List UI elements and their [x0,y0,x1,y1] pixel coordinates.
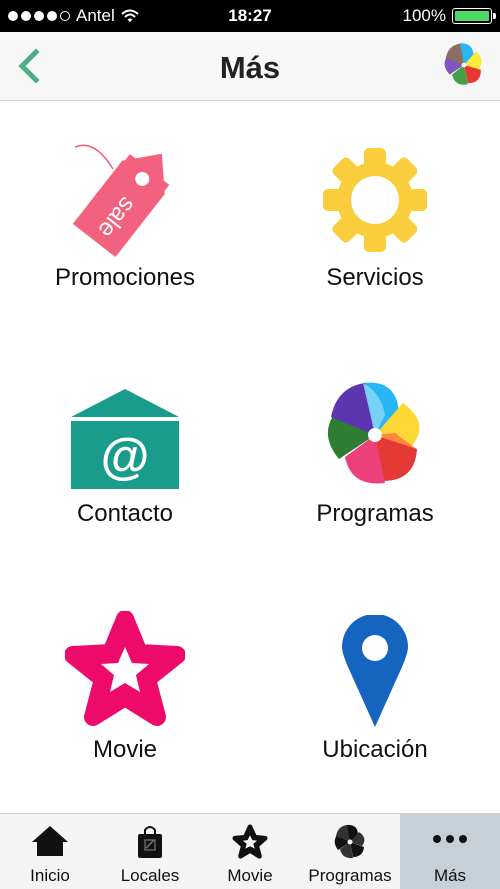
pinwheel-logo-icon[interactable] [440,40,488,90]
page-title: Más [219,50,281,85]
map-pin-icon [342,615,408,727]
star-icon [65,611,185,726]
menu-grid: sale Promociones Servicios @ Contacto Pr… [0,101,500,813]
menu-item-promociones[interactable]: sale Promociones [0,101,250,337]
navigation-bar: Más [0,32,500,101]
menu-item-ubicacion[interactable]: Ubicación [250,573,500,809]
status-bar: Antel 18:27 100% [0,0,500,32]
gear-icon [323,148,427,252]
tab-locales[interactable]: Locales [100,814,200,889]
sale-tag-icon: sale [72,144,170,258]
envelope-at-icon: @ [71,389,179,489]
menu-item-servicios[interactable]: Servicios [250,101,500,337]
star-outline-icon [232,824,268,859]
shopping-bag-icon [138,826,162,858]
tab-label: Inicio [30,866,70,885]
menu-item-contacto[interactable]: @ Contacto [0,337,250,573]
tab-label: Más [433,866,467,885]
tab-movie[interactable]: Movie [200,814,300,889]
menu-item-label: Movie [92,736,158,763]
at-symbol: @ [101,428,150,484]
pinwheel-icon [327,382,420,484]
home-icon [32,826,68,856]
tab-bar: Inicio Locales Movie Programas Más [0,813,500,889]
tab-inicio[interactable]: Inicio [0,814,100,889]
pinwheel-icon [334,824,365,859]
tab-programas[interactable]: Programas [300,814,400,889]
menu-item-programas[interactable]: Programas [250,337,500,573]
menu-item-label: Contacto [76,500,174,527]
tab-label: Programas [308,866,392,885]
menu-item-label: Ubicación [322,736,428,763]
tab-mas[interactable]: Más [400,814,500,889]
menu-item-label: Servicios [326,264,424,291]
tab-label: Movie [227,866,273,885]
battery-icon [452,8,496,24]
menu-item-label: Promociones [54,264,196,291]
menu-item-movie[interactable]: Movie [0,573,250,809]
menu-item-label: Programas [316,500,434,527]
battery-percent: 100% [402,6,446,25]
tab-label: Locales [120,866,180,885]
status-right: 100% [402,6,496,26]
more-dots-icon [433,835,467,843]
